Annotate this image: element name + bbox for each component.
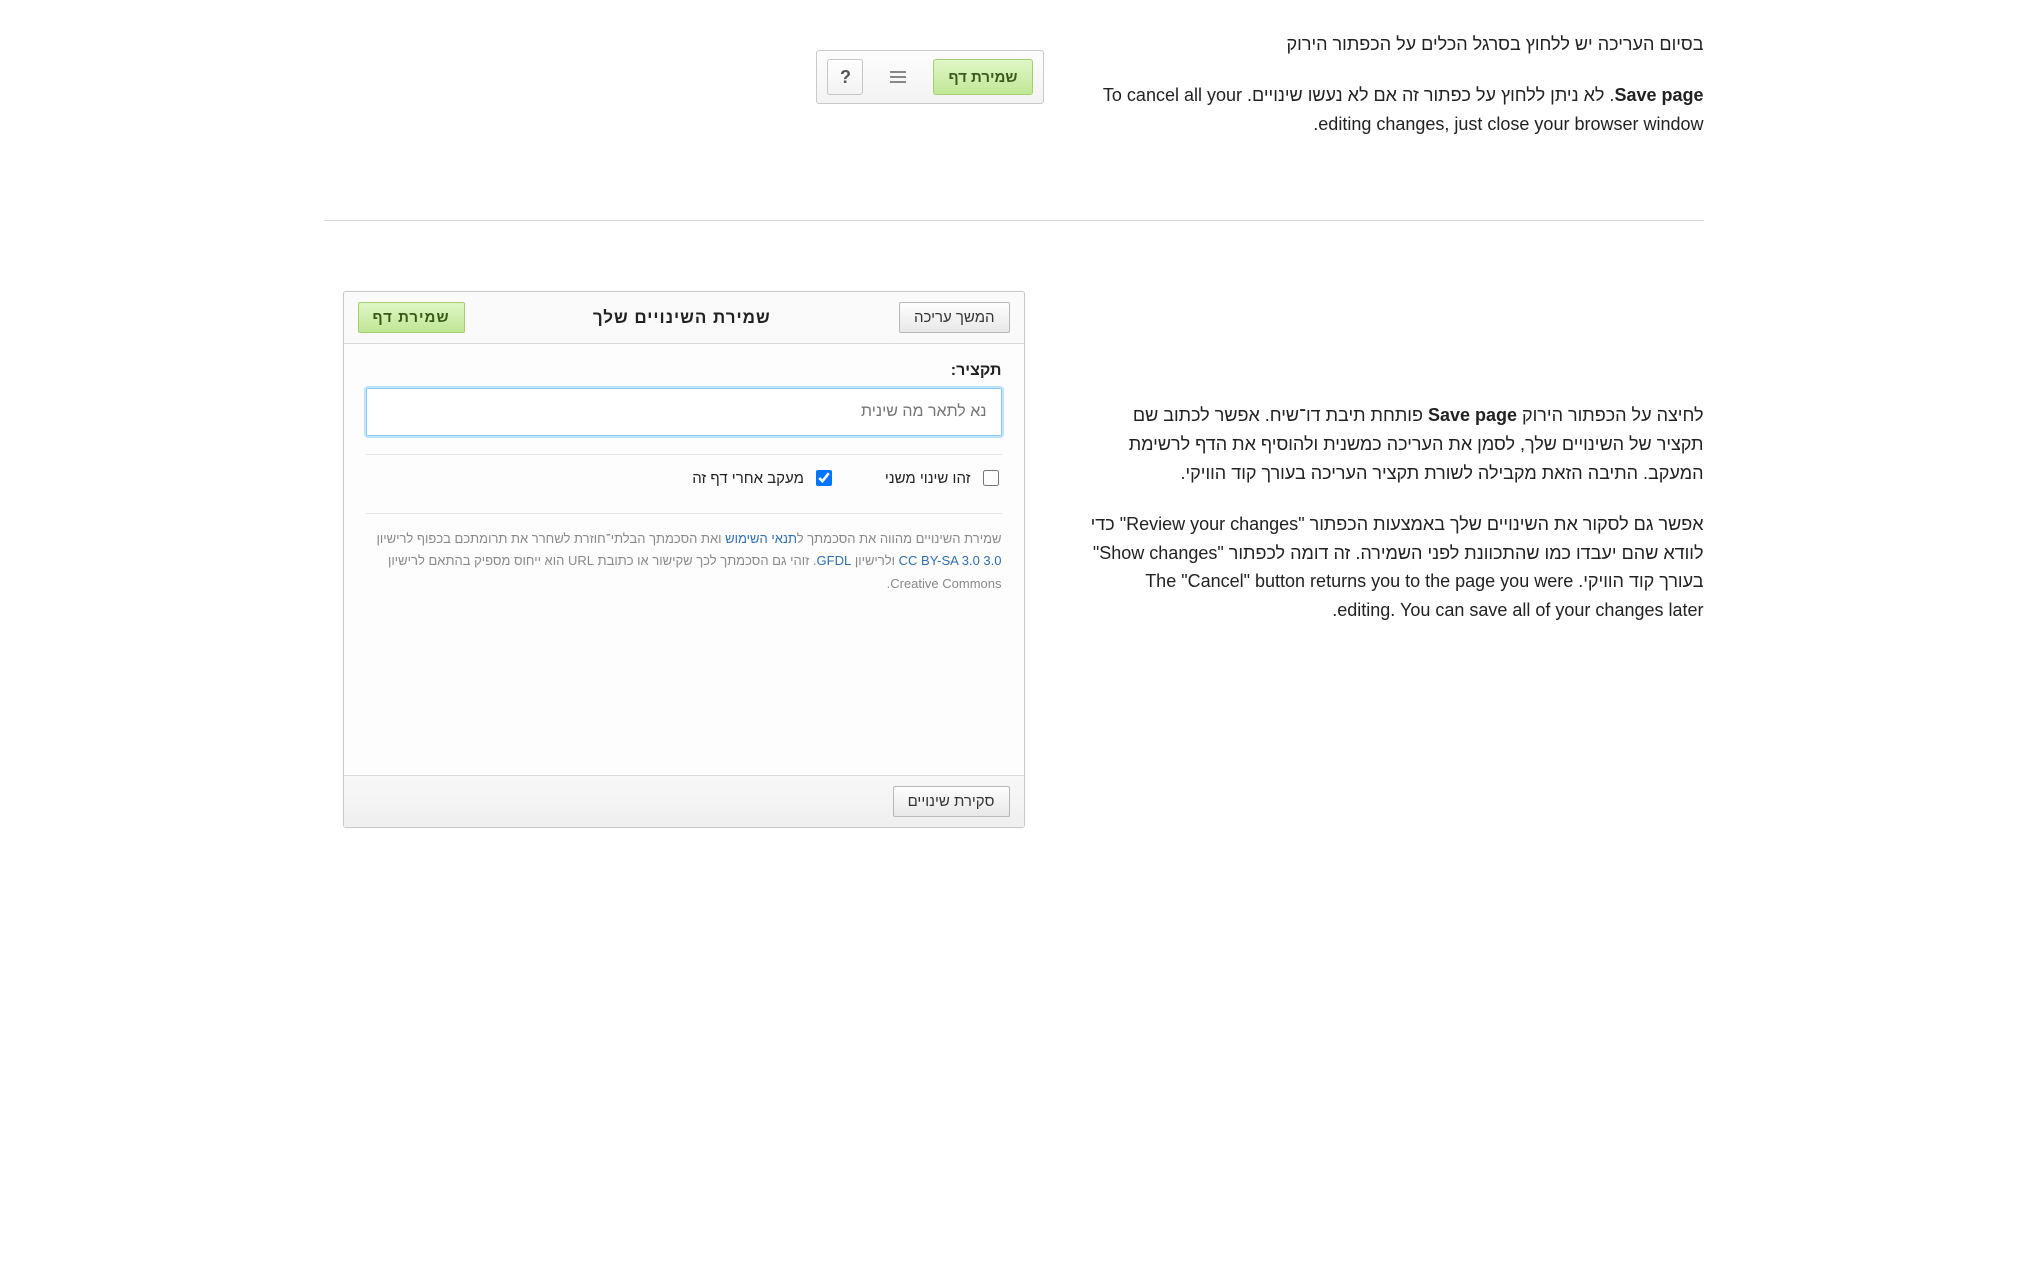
dialog-header: המשך עריכה שמירת השינויים שלך שמירת דף xyxy=(344,292,1024,344)
dialog-body: תקציר: זהו שינוי משני מעקב אחרי דף זה xyxy=(344,344,1024,774)
gfdl-license-link[interactable]: GFDL xyxy=(817,553,852,568)
toolbar-col: ? שמירת דף xyxy=(324,30,1044,104)
toolbar-save-button[interactable]: שמירת דף xyxy=(933,59,1032,95)
save-dialog: המשך עריכה שמירת השינויים שלך שמירת דף ת… xyxy=(343,291,1025,827)
minor-edit-checkbox[interactable]: זהו שינוי משני xyxy=(885,467,1002,489)
terms-link[interactable]: תנאי השימוש xyxy=(725,531,797,546)
p1-bold: Save page xyxy=(1428,405,1517,425)
dialog-desc-p2: אפשר גם לסקור את השינויים שלך באמצעות הכ… xyxy=(1084,510,1704,625)
watch-page-input[interactable] xyxy=(816,470,832,486)
summary-label: תקציר: xyxy=(366,362,1002,380)
intro-line: בסיום העריכה יש ללחוץ בסרגל הכלים על הכפ… xyxy=(1084,30,1704,59)
section-divider xyxy=(324,220,1704,221)
text-col-1: בסיום העריכה יש ללחוץ בסרגל הכלים על הכפ… xyxy=(1084,30,1704,160)
save-page-desc: Save page. לא ניתן ללחוץ על כפתור זה אם … xyxy=(1084,81,1704,139)
minor-edit-input[interactable] xyxy=(983,470,999,486)
dialog-title: שמירת השינויים שלך xyxy=(465,308,899,328)
dialog-desc-p1: לחיצה על הכפתור הירוק Save page פותחת תי… xyxy=(1084,401,1704,487)
watch-page-label: מעקב אחרי דף זה xyxy=(692,470,804,487)
menu-button[interactable] xyxy=(881,60,915,94)
save-page-bold: Save page xyxy=(1614,85,1703,105)
watch-page-checkbox[interactable]: מעקב אחרי דף זה xyxy=(692,467,835,489)
editor-toolbar: ? שמירת דף xyxy=(816,50,1043,104)
checkbox-row: זהו שינוי משני מעקב אחרי דף זה xyxy=(366,454,1002,495)
review-changes-button[interactable]: סקירת שינויים xyxy=(893,786,1010,817)
dialog-save-button[interactable]: שמירת דף xyxy=(358,302,465,333)
help-icon: ? xyxy=(840,67,851,88)
legal-footnote: שמירת השינויים מהווה את הסכמתך לתנאי השי… xyxy=(366,513,1002,594)
hamburger-icon xyxy=(886,71,910,83)
dialog-col: המשך עריכה שמירת השינויים שלך שמירת דף ת… xyxy=(324,291,1044,827)
p1-pre: לחיצה על הכפתור הירוק xyxy=(1517,405,1704,425)
dialog-spacer xyxy=(366,595,1002,765)
legal-mid1: ואת הסכמתך הבלתי־חוזרת לשחרר את תרומתכם … xyxy=(376,531,725,546)
continue-editing-button[interactable]: המשך עריכה xyxy=(899,302,1010,333)
page-root: בסיום העריכה יש ללחוץ בסרגל הכלים על הכפ… xyxy=(304,0,1724,908)
row-dialog: לחיצה על הכפתור הירוק Save page פותחת תי… xyxy=(324,291,1704,827)
dialog-footer: סקירת שינויים xyxy=(344,775,1024,827)
row-save-intro: בסיום העריכה יש ללחוץ בסרגל הכלים על הכפ… xyxy=(324,30,1704,160)
legal-mid2: ולרישיון xyxy=(851,553,898,568)
legal-pre: שמירת השינויים מהווה את הסכמתך ל xyxy=(797,531,1002,546)
summary-input[interactable] xyxy=(366,388,1002,436)
text-col-2: לחיצה על הכפתור הירוק Save page פותחת תי… xyxy=(1084,291,1704,647)
cc-license-link[interactable]: CC BY-SA 3.0 3.0 xyxy=(899,553,1002,568)
minor-edit-label: זהו שינוי משני xyxy=(885,470,971,487)
help-button[interactable]: ? xyxy=(827,59,863,95)
